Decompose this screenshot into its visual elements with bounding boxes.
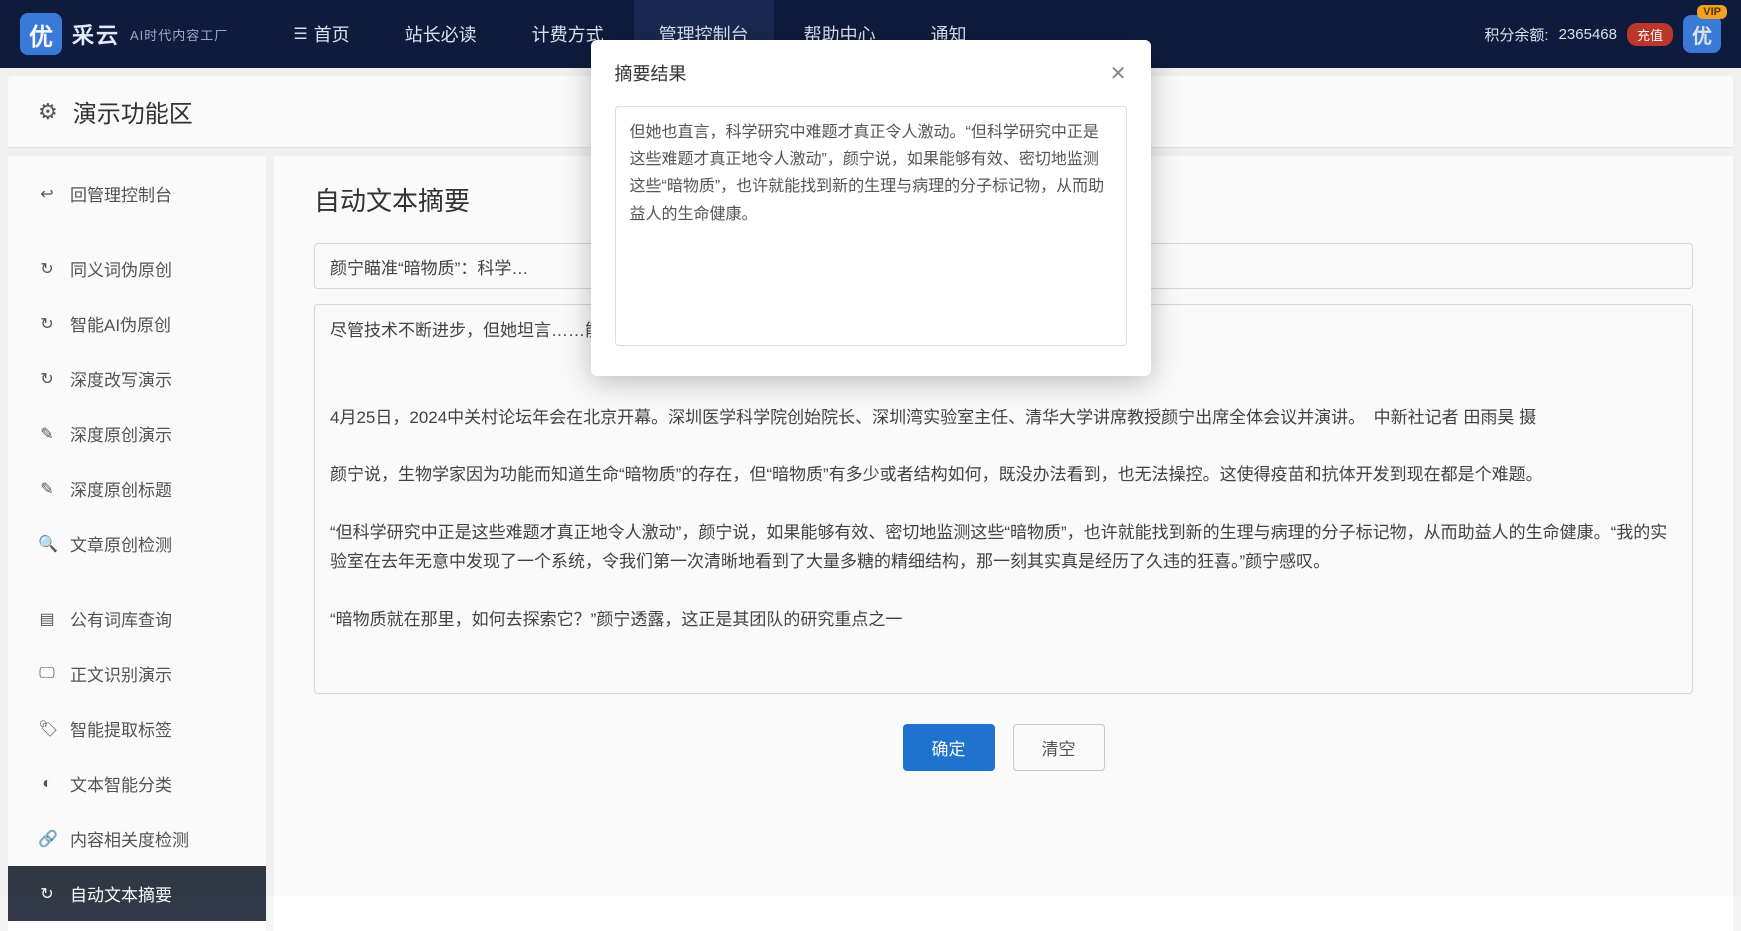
modal-overlay: 摘要结果 ✕ 但她也直言，科学研究中难题才真正令人激动。“但科学研究中正是这些难… <box>0 0 1741 896</box>
modal-body: 但她也直言，科学研究中难题才真正令人激动。“但科学研究中正是这些难题才真正地令人… <box>591 106 1151 376</box>
modal-title: 摘要结果 <box>615 60 687 86</box>
modal-header: 摘要结果 ✕ <box>591 40 1151 106</box>
modal-close-button[interactable]: ✕ <box>1110 61 1127 86</box>
close-icon: ✕ <box>1110 63 1127 85</box>
summary-modal: 摘要结果 ✕ 但她也直言，科学研究中难题才真正令人激动。“但科学研究中正是这些难… <box>591 40 1151 376</box>
summary-result: 但她也直言，科学研究中难题才真正令人激动。“但科学研究中正是这些难题才真正地令人… <box>615 106 1127 346</box>
